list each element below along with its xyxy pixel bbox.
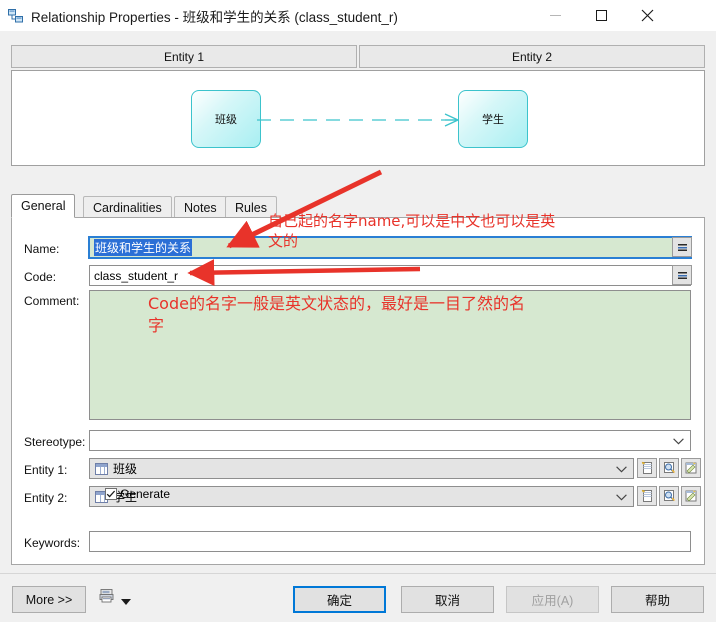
stereotype-combobox[interactable] bbox=[89, 430, 691, 451]
help-button[interactable]: 帮助 bbox=[611, 586, 704, 613]
apply-button-label: 应用(A) bbox=[532, 590, 574, 609]
comment-label: Comment: bbox=[24, 294, 79, 308]
maximize-button[interactable] bbox=[578, 0, 624, 31]
code-input[interactable]: class_student_r bbox=[89, 265, 691, 286]
entity-1-value: 班级 bbox=[113, 460, 137, 477]
entity-1-select-object-button[interactable] bbox=[659, 458, 679, 478]
help-button-label: 帮助 bbox=[645, 590, 670, 609]
stereotype-label: Stereotype: bbox=[24, 435, 85, 449]
ok-button[interactable]: 确定 bbox=[293, 586, 386, 613]
annotation-name-note-line1: 自己起的名字name,可以是中文也可以是英 bbox=[268, 212, 555, 230]
chevron-down-icon bbox=[673, 434, 684, 448]
relationship-properties-dialog: Relationship Properties - 班级和学生的关系 (clas… bbox=[0, 0, 716, 622]
equals-icon bbox=[678, 272, 687, 279]
annotation-code-note-line2: 字 bbox=[148, 316, 164, 335]
entity-2-create-object-button[interactable] bbox=[637, 486, 657, 506]
cancel-button[interactable]: 取消 bbox=[401, 586, 494, 613]
entity-2-label: Entity 2: bbox=[24, 491, 67, 505]
tab-notes-label: Notes bbox=[184, 201, 217, 215]
cancel-button-label: 取消 bbox=[435, 590, 460, 609]
create-object-icon bbox=[640, 489, 654, 503]
name-input-value: 班级和学生的关系 bbox=[94, 239, 192, 256]
annotation-name-note: 自己起的名字name,可以是中文也可以是英 文的 bbox=[268, 211, 712, 251]
tab-rules-label: Rules bbox=[235, 201, 267, 215]
diagram-entity-2-label: 学生 bbox=[482, 111, 504, 127]
more-button-label: More >> bbox=[26, 593, 73, 607]
code-label: Code: bbox=[24, 270, 56, 284]
relationship-diagram-preview[interactable]: 班级 学生 bbox=[11, 70, 705, 166]
name-label: Name: bbox=[24, 242, 59, 256]
minimize-button[interactable] bbox=[532, 0, 578, 31]
window-title: Relationship Properties - 班级和学生的关系 (clas… bbox=[31, 6, 398, 26]
entity-1-header[interactable]: Entity 1 bbox=[11, 45, 357, 68]
ok-button-label: 确定 bbox=[327, 590, 352, 609]
relationship-icon bbox=[8, 8, 24, 24]
properties-icon bbox=[684, 461, 698, 475]
checkbox-box bbox=[105, 488, 117, 500]
diagram-entity-1-box[interactable]: 班级 bbox=[191, 90, 261, 148]
annotation-code-note-line1: Code的名字一般是英文状态的，最好是一目了然的名 bbox=[148, 294, 525, 313]
entity-2-select-object-button[interactable] bbox=[659, 486, 679, 506]
diagram-entity-1-label: 班级 bbox=[215, 111, 237, 127]
tab-general[interactable]: General bbox=[11, 194, 75, 218]
check-icon bbox=[105, 488, 117, 500]
entity-1-label: Entity 1: bbox=[24, 463, 67, 477]
entity-2-header[interactable]: Entity 2 bbox=[359, 45, 705, 68]
chevron-down-icon bbox=[616, 462, 627, 476]
chevron-down-icon bbox=[616, 490, 627, 504]
tab-cardinalities[interactable]: Cardinalities bbox=[83, 196, 172, 218]
entity-2-combobox[interactable]: 学生 bbox=[89, 486, 634, 507]
entity-1-combobox[interactable]: 班级 bbox=[89, 458, 634, 479]
code-input-value: class_student_r bbox=[94, 269, 178, 283]
entity-2-header-label: Entity 2 bbox=[512, 50, 552, 64]
entity-1-create-object-button[interactable] bbox=[637, 458, 657, 478]
entity-1-header-label: Entity 1 bbox=[164, 50, 204, 64]
select-object-icon bbox=[662, 461, 676, 475]
keywords-label: Keywords: bbox=[24, 536, 80, 550]
table-icon bbox=[95, 463, 108, 475]
tab-cardinalities-label: Cardinalities bbox=[93, 201, 162, 215]
diagram-entity-2-box[interactable]: 学生 bbox=[458, 90, 528, 148]
print-icon[interactable] bbox=[99, 588, 115, 604]
entity-2-properties-button[interactable] bbox=[681, 486, 701, 506]
title-bar: Relationship Properties - 班级和学生的关系 (clas… bbox=[0, 0, 716, 31]
create-object-icon bbox=[640, 461, 654, 475]
relationship-connector bbox=[257, 109, 467, 131]
close-button[interactable] bbox=[624, 0, 670, 31]
code-ellipsis-button[interactable] bbox=[672, 265, 692, 285]
keywords-input[interactable] bbox=[89, 531, 691, 552]
annotation-name-note-line2: 文的 bbox=[268, 232, 298, 250]
annotation-code-note: Code的名字一般是英文状态的，最好是一目了然的名 字 bbox=[148, 293, 696, 337]
generate-checkbox[interactable]: Generate bbox=[105, 487, 170, 501]
generate-label: Generate bbox=[120, 487, 170, 501]
entity-1-value-wrap: 班级 bbox=[90, 460, 137, 477]
print-dropdown-arrow-icon[interactable] bbox=[121, 594, 131, 608]
properties-icon bbox=[684, 489, 698, 503]
general-tab-panel: Name: 班级和学生的关系 Code: class_student_r Com… bbox=[11, 217, 705, 565]
apply-button: 应用(A) bbox=[506, 586, 599, 613]
entity-header-bar: Entity 1 Entity 2 bbox=[11, 45, 705, 68]
select-object-icon bbox=[662, 489, 676, 503]
more-button[interactable]: More >> bbox=[12, 586, 86, 613]
tab-notes[interactable]: Notes bbox=[174, 196, 227, 218]
tab-general-label: General bbox=[21, 199, 65, 213]
entity-1-properties-button[interactable] bbox=[681, 458, 701, 478]
